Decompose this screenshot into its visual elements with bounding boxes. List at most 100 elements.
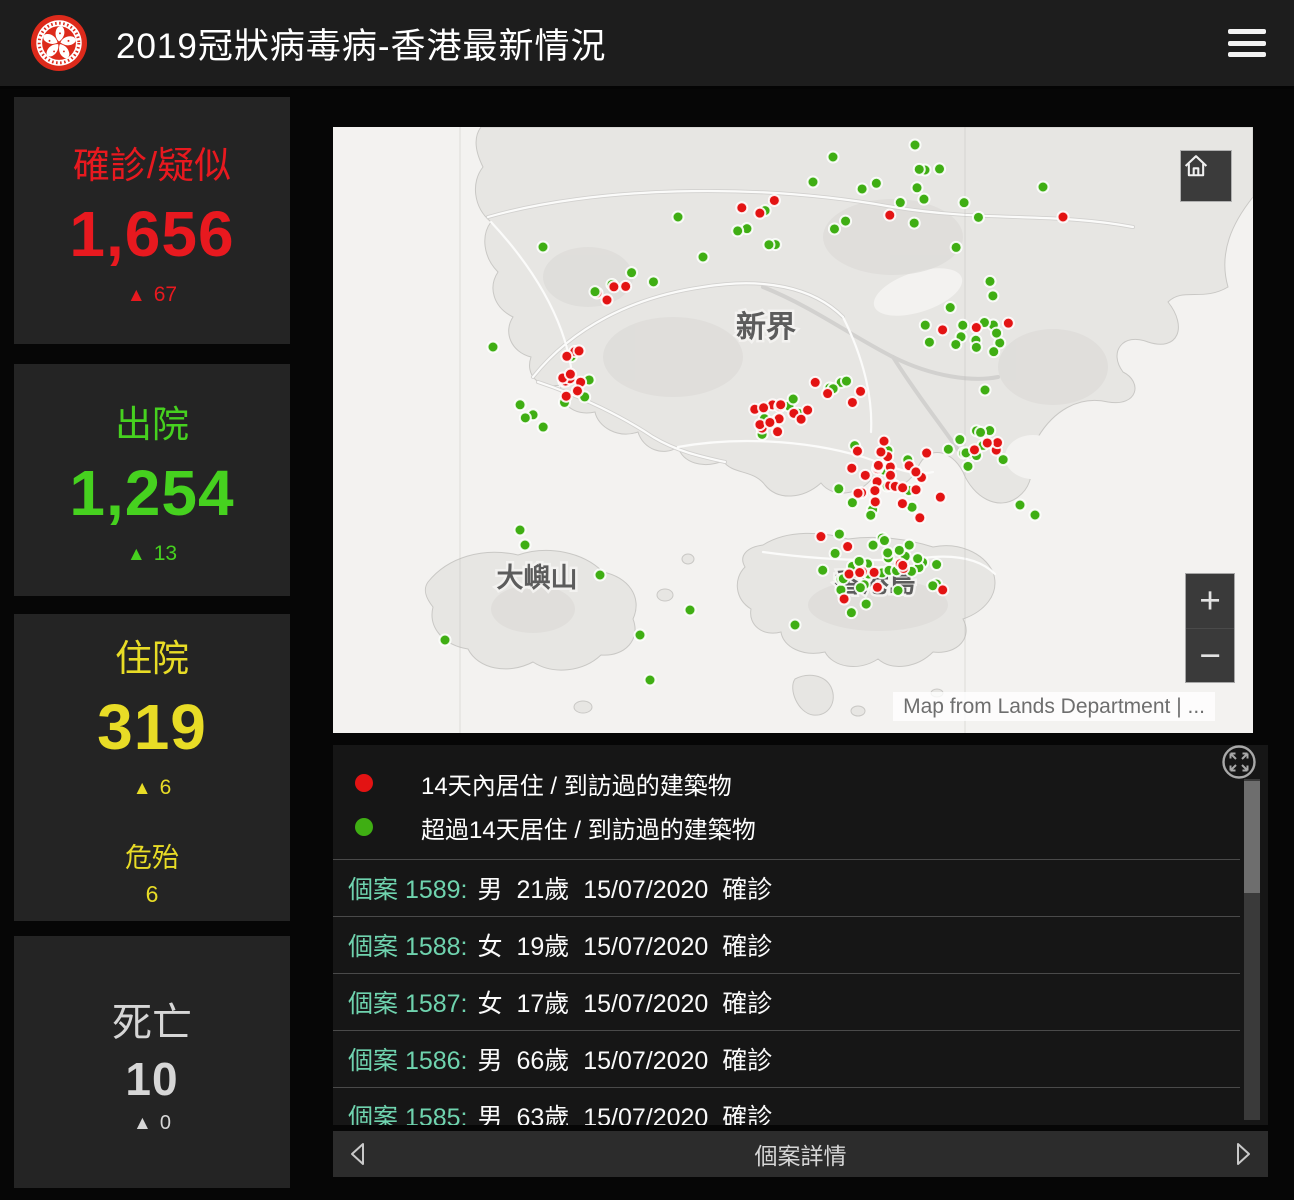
case-marker-recent[interactable] [775,399,786,410]
case-marker-older[interactable] [1038,182,1049,193]
case-marker-older[interactable] [515,525,526,536]
case-marker-recent[interactable] [815,531,826,542]
case-marker-recent[interactable] [561,351,572,362]
case-marker-older[interactable] [790,620,801,631]
scrollbar-thumb[interactable] [1244,781,1260,893]
case-marker-older[interactable] [817,565,828,576]
case-marker-older[interactable] [943,444,954,455]
case-marker-older[interactable] [673,212,684,223]
case-marker-recent[interactable] [1058,212,1069,223]
case-marker-recent[interactable] [608,281,619,292]
case-marker-recent[interactable] [854,567,865,578]
case-marker-older[interactable] [895,197,906,208]
case-marker-recent[interactable] [758,402,769,413]
case-marker-older[interactable] [841,376,852,387]
case-list-scrollbar[interactable] [1244,779,1260,1120]
case-list-item[interactable]: 個案 1589:男 21歲 15/07/2020 確診 [333,859,1240,916]
case-list-item[interactable]: 個案 1588:女 19歲 15/07/2020 確診 [333,916,1240,973]
case-marker-recent[interactable] [982,437,993,448]
case-marker-older[interactable] [840,216,851,227]
case-marker-recent[interactable] [875,446,886,457]
case-list-item[interactable]: 個案 1585:男 63歲 15/07/2020 確診 [333,1087,1240,1125]
case-marker-older[interactable] [914,164,925,175]
case-marker-older[interactable] [440,635,451,646]
case-marker-recent[interactable] [935,492,946,503]
case-marker-recent[interactable] [602,295,613,306]
case-marker-older[interactable] [808,177,819,188]
case-marker-older[interactable] [987,290,998,301]
case-marker-recent[interactable] [879,436,890,447]
case-marker-older[interactable] [1015,500,1026,511]
case-marker-recent[interactable] [860,470,871,481]
case-marker-recent[interactable] [822,388,833,399]
case-marker-older[interactable] [648,276,659,287]
hamburger-menu-icon[interactable] [1228,27,1268,59]
case-list-item[interactable]: 個案 1586:男 66歲 15/07/2020 確診 [333,1030,1240,1087]
case-marker-older[interactable] [520,540,531,551]
case-marker-recent[interactable] [872,582,883,593]
case-marker-older[interactable] [589,286,600,297]
case-marker-recent[interactable] [572,385,583,396]
case-marker-older[interactable] [865,510,876,521]
case-marker-older[interactable] [973,212,984,223]
case-marker-recent[interactable] [847,397,858,408]
case-marker-older[interactable] [912,553,923,564]
case-marker-older[interactable] [538,422,549,433]
case-marker-recent[interactable] [870,496,881,507]
case-marker-older[interactable] [857,183,868,194]
case-marker-older[interactable] [975,427,986,438]
case-marker-older[interactable] [991,328,1002,339]
case-marker-older[interactable] [868,540,879,551]
case-marker-recent[interactable] [897,498,908,509]
case-marker-older[interactable] [879,535,890,546]
case-marker-older[interactable] [951,242,962,253]
case-marker-older[interactable] [788,393,799,404]
case-marker-recent[interactable] [969,444,980,455]
expand-arrows-icon[interactable] [1220,745,1258,781]
case-marker-recent[interactable] [937,324,948,335]
case-marker-older[interactable] [985,276,996,287]
case-marker-older[interactable] [861,599,872,610]
case-marker-older[interactable] [918,194,929,205]
case-marker-older[interactable] [912,182,923,193]
case-marker-recent[interactable] [796,414,807,425]
case-marker-older[interactable] [834,529,845,540]
case-marker-older[interactable] [971,342,982,353]
case-marker-recent[interactable] [937,584,948,595]
case-marker-older[interactable] [1030,510,1041,521]
case-marker-older[interactable] [829,223,840,234]
case-marker-recent[interactable] [574,345,585,356]
case-marker-older[interactable] [959,197,970,208]
case-marker-older[interactable] [488,342,499,353]
case-marker-older[interactable] [833,483,844,494]
case-marker-recent[interactable] [846,463,857,474]
case-marker-older[interactable] [909,218,920,229]
case-marker-older[interactable] [854,556,865,567]
case-marker-recent[interactable] [921,448,932,459]
case-marker-recent[interactable] [869,485,880,496]
case-marker-older[interactable] [626,267,637,278]
case-marker-recent[interactable] [839,593,850,604]
case-marker-recent[interactable] [772,426,783,437]
case-marker-recent[interactable] [764,417,775,428]
minus-icon[interactable]: − [1186,629,1234,683]
case-marker-recent[interactable] [565,369,576,380]
case-marker-recent[interactable] [769,195,780,206]
case-marker-older[interactable] [595,570,606,581]
case-marker-recent[interactable] [855,386,866,397]
case-marker-recent[interactable] [1003,318,1014,329]
case-marker-older[interactable] [685,605,696,616]
case-marker-older[interactable] [520,412,531,423]
case-marker-older[interactable] [645,675,656,686]
case-marker-older[interactable] [931,559,942,570]
case-marker-recent[interactable] [911,484,922,495]
case-marker-recent[interactable] [873,460,884,471]
case-marker-recent[interactable] [620,281,631,292]
case-marker-older[interactable] [962,461,973,472]
case-marker-older[interactable] [954,434,965,445]
case-marker-older[interactable] [698,252,709,263]
case-marker-recent[interactable] [844,569,855,580]
case-marker-recent[interactable] [914,512,925,523]
case-marker-recent[interactable] [884,210,895,221]
case-marker-older[interactable] [934,163,945,174]
